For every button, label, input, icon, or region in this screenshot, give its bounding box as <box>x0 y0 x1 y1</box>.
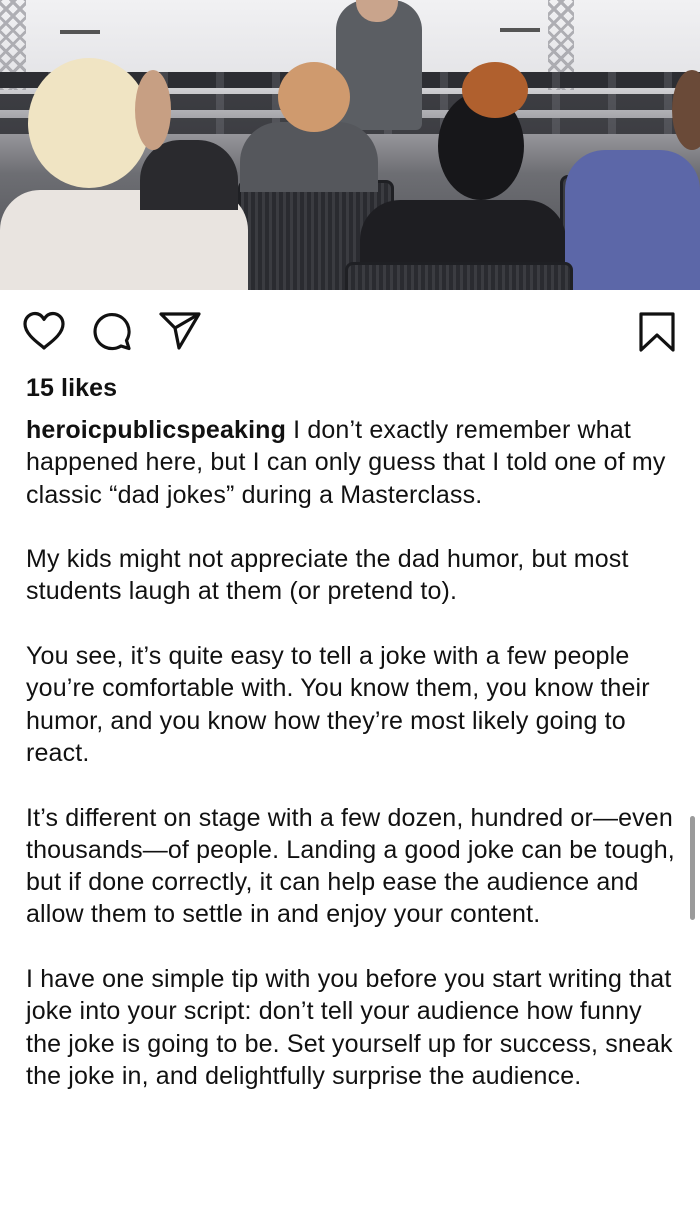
bookmark-icon[interactable] <box>638 311 676 353</box>
send-icon[interactable] <box>158 311 202 351</box>
photo-person-head <box>28 58 150 188</box>
caption-paragraph: heroicpublicspeaking I don’t exactly rem… <box>26 414 676 511</box>
photo-person-head <box>462 62 528 118</box>
post-action-bar <box>0 290 700 368</box>
post-username[interactable]: heroicpublicspeaking <box>26 416 286 444</box>
photo-person-head <box>135 70 171 150</box>
post-caption: heroicpublicspeaking I don’t exactly rem… <box>26 414 676 1125</box>
post-photo[interactable] <box>0 0 700 290</box>
caption-paragraph: It’s different on stage with a few dozen… <box>26 803 675 929</box>
heart-icon[interactable] <box>22 311 66 351</box>
caption-paragraph: You see, it’s quite easy to tell a joke … <box>26 642 650 767</box>
comment-icon[interactable] <box>91 310 133 352</box>
caption-paragraph: My kids might not appreciate the dad hum… <box>26 545 629 606</box>
likes-count[interactable]: 15 likes <box>26 372 117 404</box>
photo-chair <box>345 262 573 290</box>
scrollbar[interactable] <box>690 816 695 920</box>
photo-person-head <box>278 62 350 132</box>
caption-paragraph: I have one simple tip with you before yo… <box>26 965 673 1090</box>
photo-person <box>240 122 378 192</box>
photo-person <box>140 140 238 210</box>
photo-person <box>565 150 700 290</box>
